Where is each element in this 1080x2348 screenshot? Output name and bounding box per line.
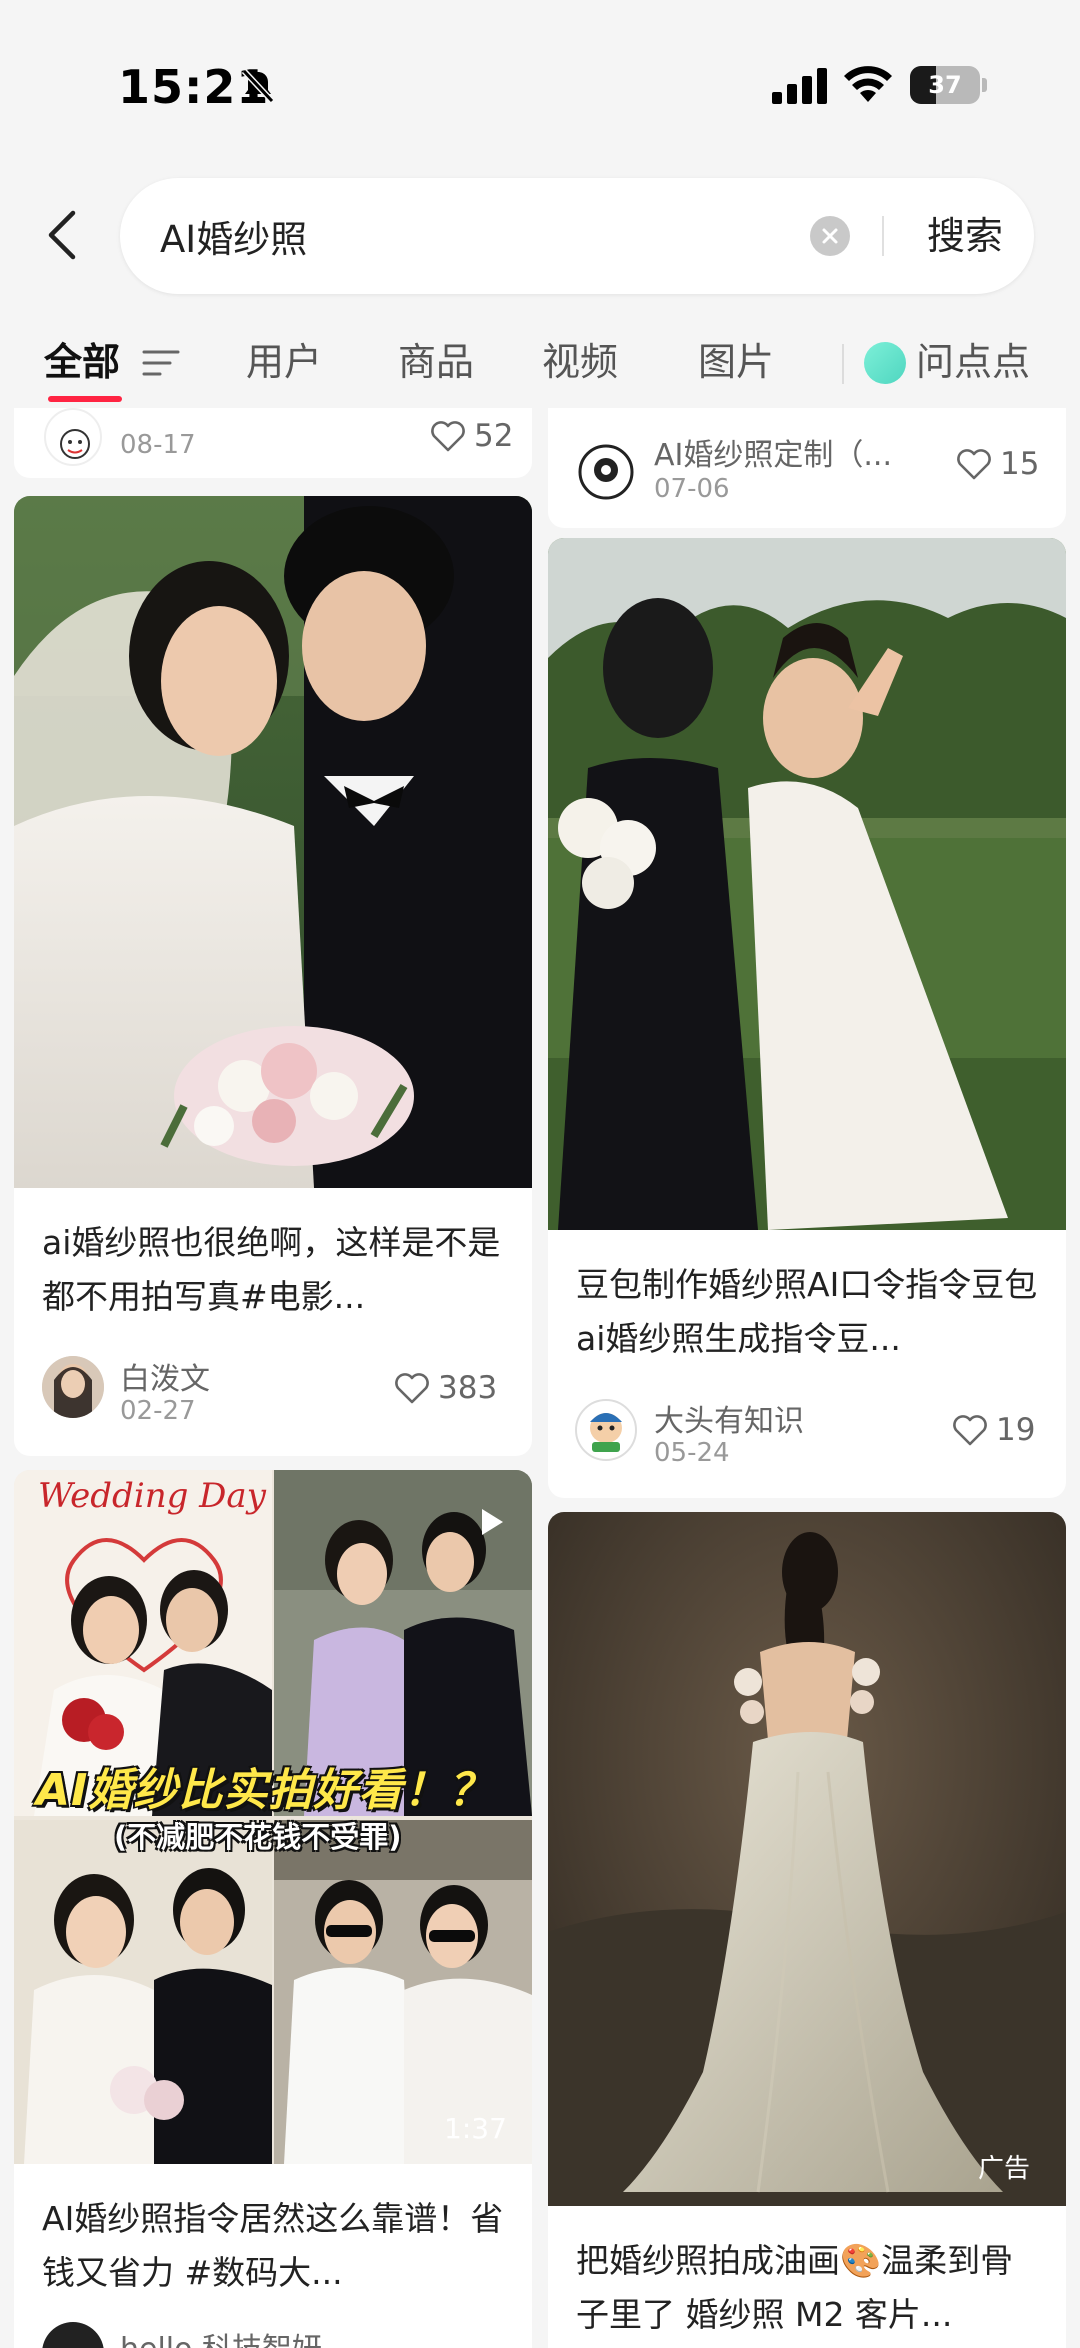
like-button[interactable]: 383 — [394, 1370, 497, 1406]
heart-icon — [953, 1415, 987, 1446]
note-card[interactable]: ai婚纱照也很绝啊，这样是不是都不用拍写真#电影... 白泼文 02-27 38… — [14, 496, 532, 1456]
play-icon — [482, 1509, 503, 1535]
ad-badge: 广告 — [978, 2154, 1031, 2184]
heart-icon — [395, 1373, 429, 1404]
overlay-banner: AI婚纱比实拍好看！？ — [36, 1765, 494, 1816]
tab-videos[interactable]: 视频 — [542, 332, 618, 392]
avatar[interactable] — [574, 1398, 638, 1462]
author-name[interactable]: 白泼文 — [120, 1354, 320, 1398]
tab-images[interactable]: 图片 — [698, 332, 774, 392]
note-title[interactable]: 把婚纱照拍成油画🎨温柔到骨子里了 婚纱照 M2 客片... — [576, 2234, 1046, 2342]
user-avatar-image — [42, 1356, 104, 1418]
heart-icon — [957, 449, 991, 480]
overlay-headline: Wedding Day — [38, 1476, 266, 1516]
post-date: 08-17 — [120, 430, 196, 460]
tab-ask[interactable]: 问点点 — [916, 332, 1030, 392]
avatar[interactable] — [44, 408, 102, 466]
results-feed: 08-17 52 AI婚纱照定制（... 07-06 15 ai婚纱照也很绝啊，… — [0, 408, 1080, 2348]
clear-search-button[interactable] — [810, 216, 850, 256]
note-card[interactable]: 08-17 52 — [14, 408, 532, 478]
note-title[interactable]: 豆包制作婚纱照AI口令指令豆包ai婚纱照生成指令豆... — [576, 1258, 1046, 1366]
like-button[interactable]: 15 — [956, 446, 1039, 482]
note-title[interactable]: ai婚纱照也很绝啊，这样是不是都不用拍写真#电影... — [42, 1216, 512, 1324]
avatar[interactable] — [42, 2322, 104, 2348]
like-button[interactable]: 19 — [952, 1412, 1035, 1448]
search-tabs: 全部 用户 商品 视频 图片 问点点 — [0, 318, 1080, 408]
search-bar: 搜索 — [120, 178, 1034, 294]
battery-percent: 37 — [928, 71, 962, 99]
like-button[interactable]: 52 — [430, 418, 513, 454]
author-name[interactable]: hello 科技智妍 — [120, 2324, 370, 2348]
tab-products[interactable]: 商品 — [398, 332, 474, 392]
close-icon — [822, 228, 838, 244]
like-count: 15 — [1000, 446, 1040, 482]
cartoon-avatar-icon — [575, 1399, 637, 1461]
battery-indicator: 37 — [910, 66, 988, 104]
chevron-left-icon — [48, 210, 76, 260]
cellular-signal-icon — [772, 68, 827, 104]
post-date: 02-27 — [120, 1396, 196, 1426]
video-duration: 1:37 — [444, 2112, 507, 2145]
note-card[interactable]: 豆包制作婚纱照AI口令指令豆包ai婚纱照生成指令豆... 大头有知识 05-24… — [548, 538, 1066, 1498]
like-count: 383 — [438, 1370, 498, 1406]
author-name[interactable]: AI婚纱照定制（... — [654, 430, 914, 474]
post-date: 05-24 — [654, 1438, 730, 1468]
search-button[interactable]: 搜索 — [910, 208, 1020, 264]
ai-assistant-icon[interactable] — [864, 342, 906, 384]
avatar[interactable] — [42, 1356, 104, 1418]
like-count: 52 — [474, 418, 514, 454]
cover-image[interactable] — [14, 496, 532, 1188]
tab-separator — [842, 344, 844, 384]
ad-card[interactable]: 广告 把婚纱照拍成油画🎨温柔到骨子里了 婚纱照 M2 客片... — [548, 1512, 1066, 2348]
cover-image[interactable] — [548, 538, 1066, 1230]
status-bar: 15:21 37 — [0, 0, 1080, 170]
search-input[interactable] — [160, 208, 780, 264]
tab-all[interactable]: 全部 — [44, 332, 120, 392]
filter-icon[interactable] — [140, 346, 182, 380]
active-tab-indicator — [48, 396, 122, 402]
cover-video[interactable]: Wedding Day AI婚纱比实拍好看！？ (不减肥不花钱不受罪) 1:37 — [14, 1470, 532, 2164]
like-count: 19 — [996, 1412, 1036, 1448]
oil-painting-wedding-photo — [548, 1512, 1066, 2206]
wedding-couple-photo — [14, 496, 532, 1188]
camera-logo-icon — [578, 444, 634, 500]
heart-icon — [431, 421, 465, 452]
search-divider — [882, 216, 884, 256]
back-button[interactable] — [36, 200, 88, 270]
note-card[interactable]: AI婚纱照定制（... 07-06 15 — [548, 408, 1066, 528]
avatar[interactable] — [574, 440, 638, 504]
note-card[interactable]: Wedding Day AI婚纱比实拍好看！？ (不减肥不花钱不受罪) 1:37… — [14, 1470, 532, 2348]
post-date: 07-06 — [654, 474, 730, 504]
tab-users[interactable]: 用户 — [246, 332, 322, 392]
cartoon-avatar-icon — [60, 429, 90, 459]
wifi-icon — [844, 66, 892, 102]
author-name[interactable]: 大头有知识 — [654, 1396, 874, 1440]
overlay-subtitle: (不减肥不花钱不受罪) — [114, 1820, 402, 1854]
bell-muted-icon — [241, 68, 275, 104]
wedding-couple-photo — [548, 538, 1066, 1230]
cover-image[interactable]: 广告 — [548, 1512, 1066, 2206]
note-title[interactable]: AI婚纱照指令居然这么靠谱！省钱又省力 #数码大... — [42, 2192, 512, 2300]
